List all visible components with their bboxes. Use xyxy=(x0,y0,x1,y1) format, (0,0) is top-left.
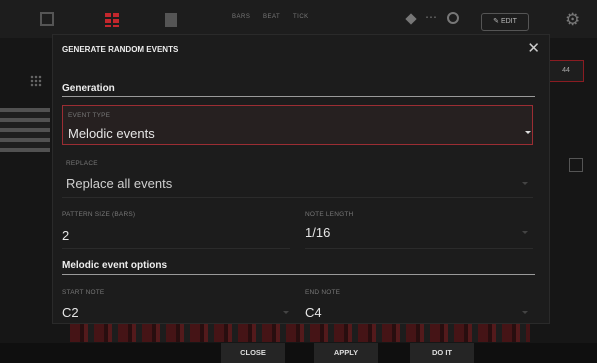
diamond-icon[interactable] xyxy=(405,13,417,25)
event-strip xyxy=(70,322,530,342)
note-length-value[interactable]: 1/16 xyxy=(305,225,330,240)
bars-label: BARS xyxy=(232,14,251,20)
chevron-down-icon xyxy=(522,231,528,234)
close-button[interactable]: CLOSE xyxy=(221,343,285,363)
generate-random-events-dialog: GENERATE RANDOM EVENTS ✕ Generation EVEN… xyxy=(53,35,549,323)
edit-button[interactable]: ✎ EDIT xyxy=(481,13,529,31)
pattern-size-label: PATTERN SIZE (BARS) xyxy=(62,211,136,218)
end-note-label: END NOTE xyxy=(305,289,341,296)
close-icon[interactable]: ✕ xyxy=(527,40,540,58)
replace-label: REPLACE xyxy=(66,160,98,167)
dialog-title: GENERATE RANDOM EVENTS xyxy=(62,45,179,54)
melodic-options-heading: Melodic event options xyxy=(62,260,168,271)
section-divider xyxy=(62,274,535,275)
more-icon[interactable]: ⋯ xyxy=(425,10,438,24)
bottom-bar xyxy=(0,343,597,363)
event-type-dropdown[interactable]: EVENT TYPE Melodic events xyxy=(62,105,533,145)
chevron-down-icon xyxy=(525,131,531,134)
end-note-value[interactable]: C4 xyxy=(305,305,322,320)
record-icon[interactable] xyxy=(447,12,459,24)
pad-grid-icon[interactable] xyxy=(30,75,42,87)
top-toolbar: BARS BEAT TICK ⋯ ✎ EDIT ⚙ xyxy=(0,0,597,38)
piano-keys xyxy=(0,108,50,152)
field-separator xyxy=(305,248,533,249)
start-note-value[interactable]: C2 xyxy=(62,305,79,320)
edit-icon: ✎ xyxy=(493,18,499,25)
edit-label: EDIT xyxy=(500,18,517,25)
field-separator xyxy=(62,248,290,249)
start-note-label: START NOTE xyxy=(62,289,105,296)
side-button[interactable]: 44 xyxy=(548,60,584,82)
replace-value[interactable]: Replace all events xyxy=(66,176,172,191)
pattern-size-value[interactable]: 2 xyxy=(62,228,69,243)
chevron-down-icon xyxy=(283,311,289,314)
square-icon[interactable] xyxy=(40,12,54,26)
side-toggle[interactable] xyxy=(569,158,583,172)
tick-label: TICK xyxy=(293,14,309,20)
do-it-button[interactable]: DO IT xyxy=(410,343,474,363)
field-separator xyxy=(62,197,533,198)
beat-label: BEAT xyxy=(263,14,281,20)
generation-heading: Generation xyxy=(62,83,115,94)
note-length-label: NOTE LENGTH xyxy=(305,211,354,218)
section-divider xyxy=(62,96,535,97)
event-type-value: Melodic events xyxy=(68,126,155,141)
gear-icon[interactable]: ⚙ xyxy=(565,11,580,29)
chevron-down-icon xyxy=(522,182,528,185)
event-type-label: EVENT TYPE xyxy=(68,112,111,119)
grid-icon[interactable] xyxy=(105,13,121,27)
list-icon[interactable] xyxy=(165,13,177,27)
apply-button[interactable]: APPLY xyxy=(314,343,378,363)
chevron-down-icon xyxy=(522,311,528,314)
